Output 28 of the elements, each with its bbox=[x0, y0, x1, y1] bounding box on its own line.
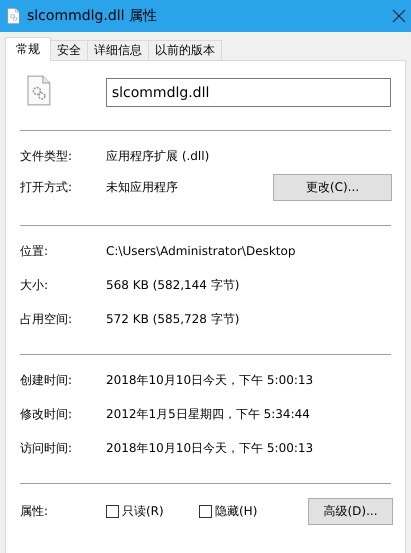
field-value: 应用程序扩展 (.dll) bbox=[106, 148, 210, 165]
field-value: 2012年1月5日星期四，下午 5:34:44 bbox=[106, 406, 311, 422]
field-value: 未知应用程序 bbox=[106, 179, 179, 196]
file-gear-icon bbox=[7, 8, 20, 24]
checkbox[interactable]: 只读(R) bbox=[106, 502, 199, 520]
field-label: 打开方式: bbox=[20, 179, 74, 196]
field-value: 568 KB (582,144 字节) bbox=[106, 276, 240, 294]
change-button[interactable]: 更改(C)... bbox=[273, 174, 392, 201]
close-icon[interactable] bbox=[392, 9, 406, 23]
tab[interactable]: 常规 bbox=[5, 37, 51, 61]
field-label: 大小: bbox=[20, 276, 50, 294]
advanced-button[interactable]: 高级(D)... bbox=[308, 498, 393, 524]
field-label: 修改时间: bbox=[20, 406, 74, 422]
field-label: 占用空间: bbox=[20, 310, 74, 328]
window-title: slcommdlg.dll 属性 bbox=[27, 7, 158, 25]
field-label: 访问时间: bbox=[20, 440, 74, 456]
field-value: 572 KB (585,728 字节) bbox=[106, 310, 240, 328]
field-value: C:\Users\Administrator\Desktop bbox=[106, 244, 296, 258]
field-label: 创建时间: bbox=[20, 372, 74, 388]
field-label: 文件类型: bbox=[20, 148, 74, 165]
file-name-field[interactable]: slcommdlg.dll bbox=[106, 78, 391, 107]
checkbox[interactable]: 隐藏(H) bbox=[199, 502, 292, 520]
field-value: 2018年10月10日今天，下午 5:00:13 bbox=[106, 372, 314, 388]
tab[interactable]: 以前的版本 bbox=[148, 40, 222, 60]
field-label: 属性: bbox=[20, 502, 50, 520]
file-gear-icon bbox=[27, 75, 51, 106]
field-label: 位置: bbox=[20, 242, 50, 260]
field-value: 2018年10月10日今天，下午 5:00:13 bbox=[106, 440, 314, 456]
